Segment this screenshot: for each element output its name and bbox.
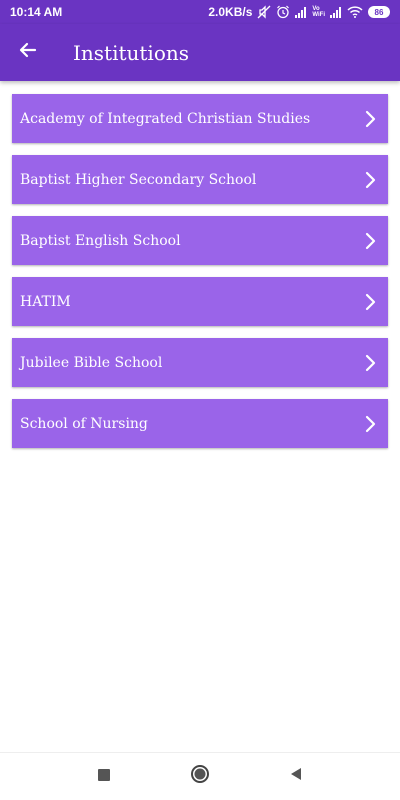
list-item-label: HATIM (20, 293, 71, 310)
list-item-label: Baptist Higher Secondary School (20, 171, 257, 188)
arrow-left-icon (18, 40, 38, 65)
app-bar: Institutions (0, 24, 400, 81)
chevron-right-icon (364, 354, 376, 372)
chevron-right-icon (364, 293, 376, 311)
list-item[interactable]: Baptist English School (12, 216, 388, 265)
chevron-right-icon (364, 171, 376, 189)
list-item[interactable]: Academy of Integrated Christian Studies (12, 94, 388, 143)
battery-icon: 86 (368, 6, 390, 18)
list-item-label: Jubilee Bible School (20, 354, 163, 371)
chevron-right-icon (364, 110, 376, 128)
recents-square-icon (98, 768, 110, 786)
status-bar: 10:14 AM 2.0KB/s Vo WiFi 86 (0, 0, 400, 24)
home-button[interactable] (188, 765, 212, 789)
network-speed: 2.0KB/s (208, 5, 253, 19)
chevron-right-icon (364, 232, 376, 250)
list-item[interactable]: School of Nursing (12, 399, 388, 448)
list-item[interactable]: Baptist Higher Secondary School (12, 155, 388, 204)
back-button[interactable] (0, 24, 56, 81)
list-item-label: School of Nursing (20, 415, 148, 432)
status-icons: 2.0KB/s Vo WiFi 86 (208, 5, 390, 19)
home-circle-icon (190, 764, 210, 789)
mute-icon (257, 5, 271, 19)
signal-icon (295, 6, 307, 18)
nav-back-button[interactable] (284, 765, 308, 789)
signal-icon-2 (330, 6, 342, 18)
chevron-right-icon (364, 415, 376, 433)
list-item[interactable]: Jubilee Bible School (12, 338, 388, 387)
page-title: Institutions (73, 40, 190, 65)
wifi-icon (347, 6, 363, 18)
list-item[interactable]: HATIM (12, 277, 388, 326)
alarm-icon (276, 5, 290, 19)
back-triangle-icon (289, 767, 303, 786)
institutions-list: Academy of Integrated Christian Studies … (12, 94, 388, 460)
recents-button[interactable] (92, 765, 116, 789)
volte-icon: Vo WiFi (312, 6, 325, 18)
list-item-label: Baptist English School (20, 232, 181, 249)
system-nav-bar (0, 752, 400, 800)
list-item-label: Academy of Integrated Christian Studies (20, 110, 311, 127)
status-time: 10:14 AM (10, 5, 63, 19)
